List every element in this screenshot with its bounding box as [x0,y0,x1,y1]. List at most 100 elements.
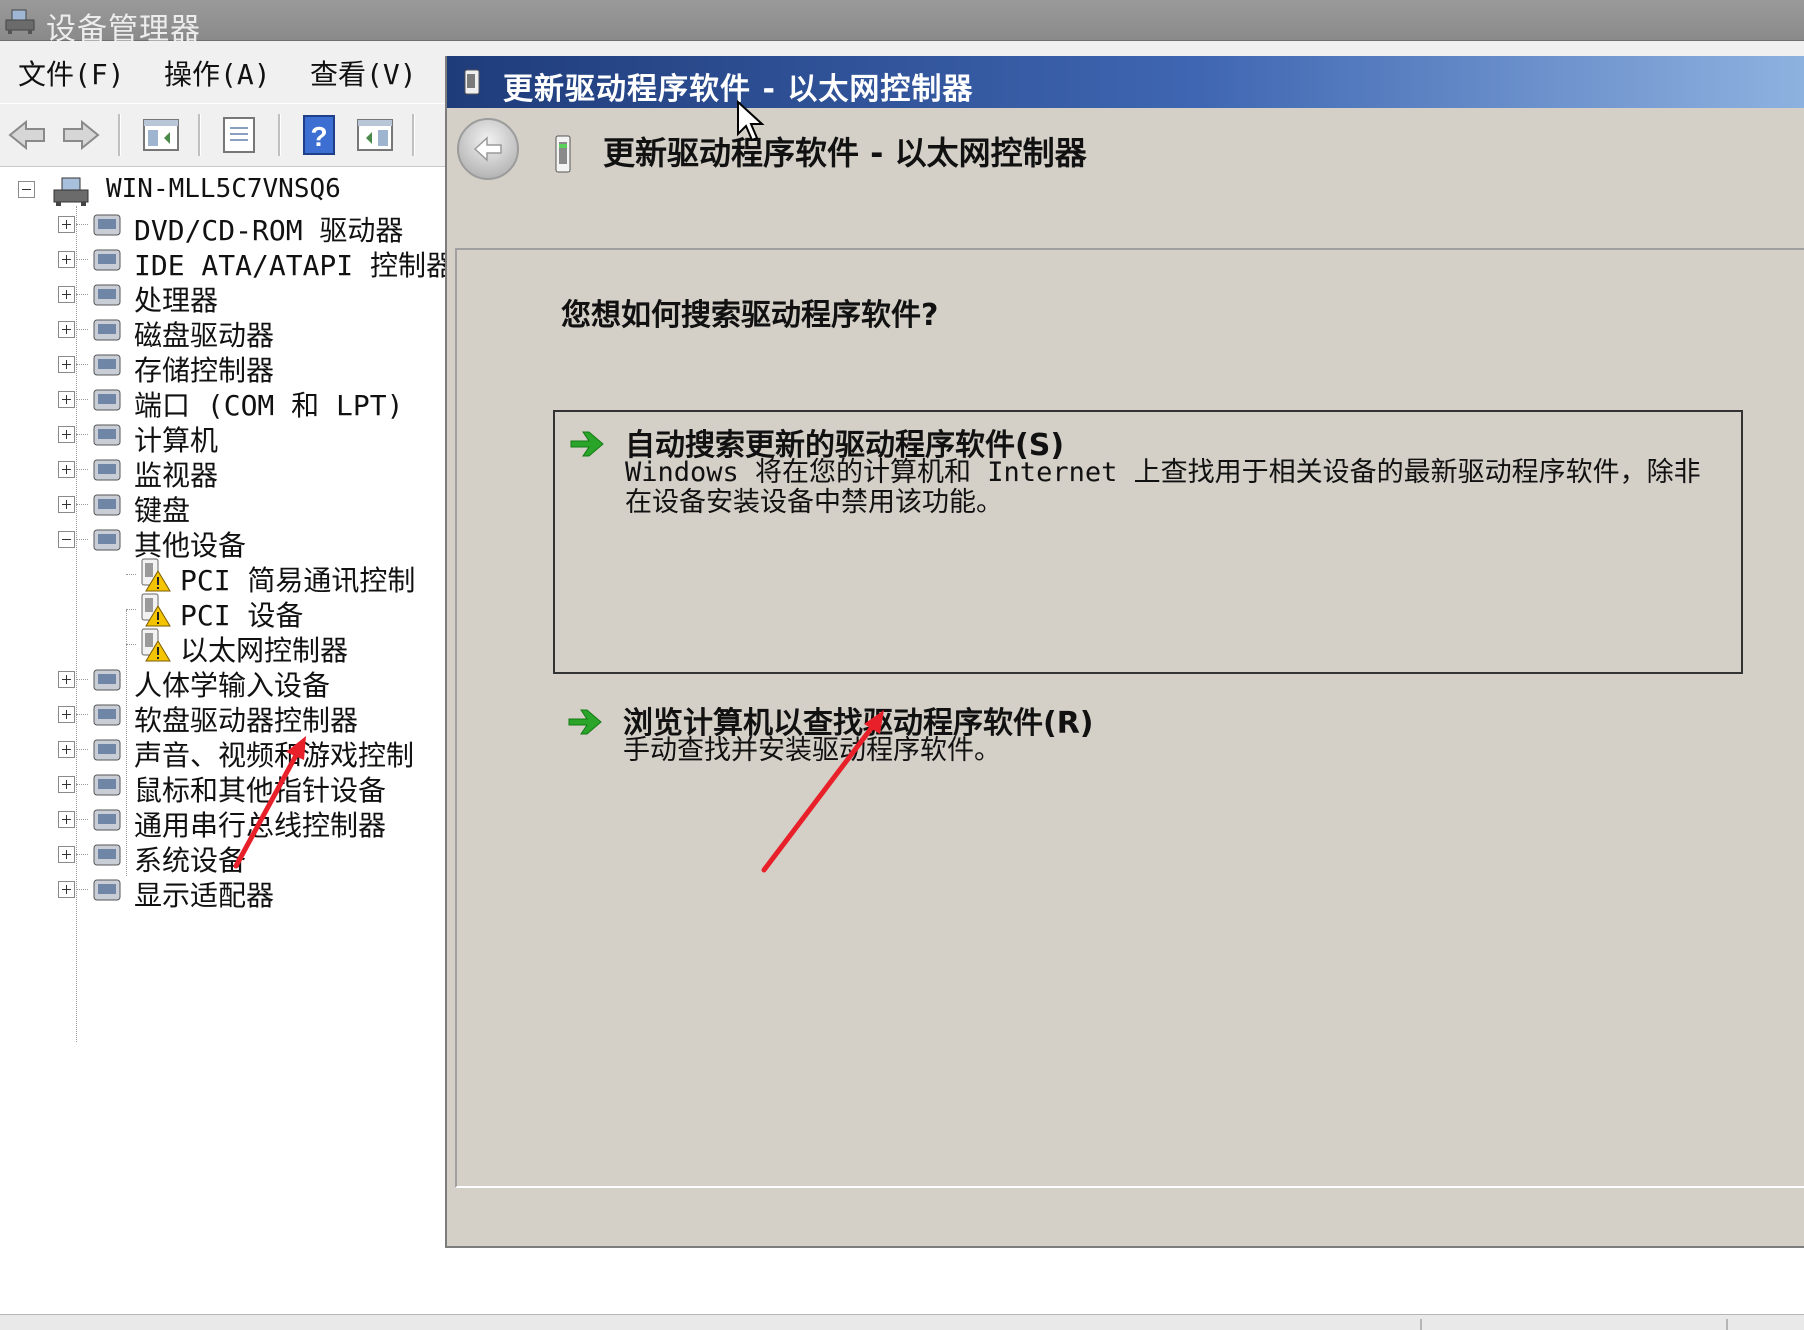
expand-toggle[interactable] [58,881,75,898]
window-titlebar: 设备管理器 [0,0,1804,47]
tree-guide-line [76,364,88,365]
expand-toggle[interactable] [58,741,75,758]
tree-item-label: 监视器 [134,459,219,492]
floppy-controller-icon [93,704,121,726]
expand-toggle[interactable] [58,216,75,233]
storage-controller-icon [93,354,121,376]
tree-item-label: 显示适配器 [134,879,275,912]
expand-toggle[interactable] [58,811,75,828]
dialog-titlebar: 更新驱动程序软件 - 以太网控制器 [447,56,1804,108]
device-icon [464,69,480,95]
warning-device-icon [141,593,171,627]
usb-icon [93,809,121,831]
tree-guide-line [76,784,88,785]
warning-device-icon [141,558,171,592]
expand-toggle[interactable] [58,671,75,688]
toolbar-separator [118,114,121,156]
tree-item-label: 鼠标和其他指针设备 [134,774,387,807]
tree-guide-line [76,259,88,260]
tree-item-label: DVD/CD-ROM 驱动器 [134,214,404,247]
tree-guide-line [126,644,136,645]
tree-guide-line [76,469,88,470]
system-devices-icon [93,844,121,866]
expand-toggle[interactable] [58,356,75,373]
tree-guide-line [76,889,88,890]
expand-toggle[interactable] [58,706,75,723]
tree-item-label: 处理器 [134,284,219,317]
tree-child-label: PCI 设备 [180,599,304,632]
tree-guide-line [126,610,127,876]
tree-item-label: 计算机 [134,424,219,457]
expand-toggle[interactable] [58,286,75,303]
tree-guide-line [76,294,88,295]
green-arrow-icon [570,431,604,457]
back-button[interactable] [457,118,519,180]
svg-text:?: ? [310,121,327,152]
tree-guide-line [126,574,136,575]
tree-guide-line [76,224,88,225]
ethernet-device-icon [555,135,571,173]
tree-child-label: 以太网控制器 [180,634,349,667]
toolbar-separator [278,114,281,156]
expand-toggle[interactable] [58,496,75,513]
expand-toggle[interactable] [58,321,75,338]
properties-icon[interactable] [218,114,260,156]
device-manager-screen: 设备管理器 文件(F) 操作(A) 查看(V) ? WIN-MLL5C7VNSQ… [0,0,1804,1330]
show-hide-tree-icon[interactable] [140,114,182,156]
toolbar-separator [198,114,201,156]
tree-item-label: 人体学输入设备 [134,669,331,702]
dialog-header: 更新驱动程序软件 - 以太网控制器 [603,134,1087,172]
expand-toggle[interactable] [58,776,75,793]
tree-guide-line [76,714,88,715]
dialog-content: 您想如何搜索驱动程序软件? 自动搜索更新的驱动程序软件(S) Windows 将… [455,248,1804,1188]
ide-controller-icon [93,249,121,271]
tree-child-label: PCI 简易通讯控制 [180,564,416,597]
display-adapter-icon [93,879,121,901]
tree-guide-line [126,609,136,610]
collapse-toggle[interactable] [18,181,35,198]
help-icon[interactable]: ? [298,114,340,156]
update-driver-dialog: 更新驱动程序软件 - 以太网控制器 更新驱动程序软件 - 以太网控制器 您想如何… [445,56,1804,1248]
expand-toggle[interactable] [58,251,75,268]
tree-guide-line [76,206,77,1042]
expand-toggle[interactable] [58,426,75,443]
expand-toggle[interactable] [58,846,75,863]
dvd-drive-icon [93,214,121,236]
mouse-cursor-icon [737,100,765,142]
green-arrow-icon [568,709,602,735]
tree-guide-line [76,539,88,540]
tree-guide-line [76,819,88,820]
disk-drive-icon [93,319,121,341]
tree-item-label: 磁盘驱动器 [134,319,275,352]
mouse-icon [93,774,121,796]
status-bar [0,1314,1804,1330]
collapse-toggle[interactable] [58,531,75,548]
tree-guide-line [76,679,88,680]
tree-item-label: 存储控制器 [134,354,275,387]
browse-computer-option[interactable]: 浏览计算机以查找驱动程序软件(R) 手动查找并安装驱动程序软件。 [553,690,1743,810]
menu-view[interactable]: 查看(V) [310,53,417,93]
expand-toggle[interactable] [58,461,75,478]
tree-root-label: WIN-MLL5C7VNSQ6 [106,174,341,204]
back-arrow-icon [473,136,502,162]
browse-computer-description: 手动查找并安装驱动程序软件。 [623,735,1001,766]
expand-toggle[interactable] [58,391,75,408]
tree-item-label: IDE ATA/ATAPI 控制器 [134,249,445,282]
menu-action[interactable]: 操作(A) [164,53,271,93]
port-icon [93,389,121,411]
tree-guide-line [76,749,88,750]
forward-arrow-icon[interactable] [60,114,102,156]
other-devices-icon [93,529,121,551]
computer-root-icon [53,177,89,206]
action-pane-icon[interactable] [354,114,396,156]
back-arrow-icon[interactable] [6,114,48,156]
dialog-footer [447,1188,1804,1244]
tree-item-label: 系统设备 [134,844,247,877]
toolbar: ? [0,104,450,167]
auto-search-option[interactable]: 自动搜索更新的驱动程序软件(S) Windows 将在您的计算机和 Intern… [553,410,1743,674]
hid-icon [93,669,121,691]
status-divider [1726,1319,1728,1330]
menu-file[interactable]: 文件(F) [18,53,125,93]
tree-item-label: 通用串行总线控制器 [134,809,387,842]
tree-item-label: 键盘 [134,494,191,527]
